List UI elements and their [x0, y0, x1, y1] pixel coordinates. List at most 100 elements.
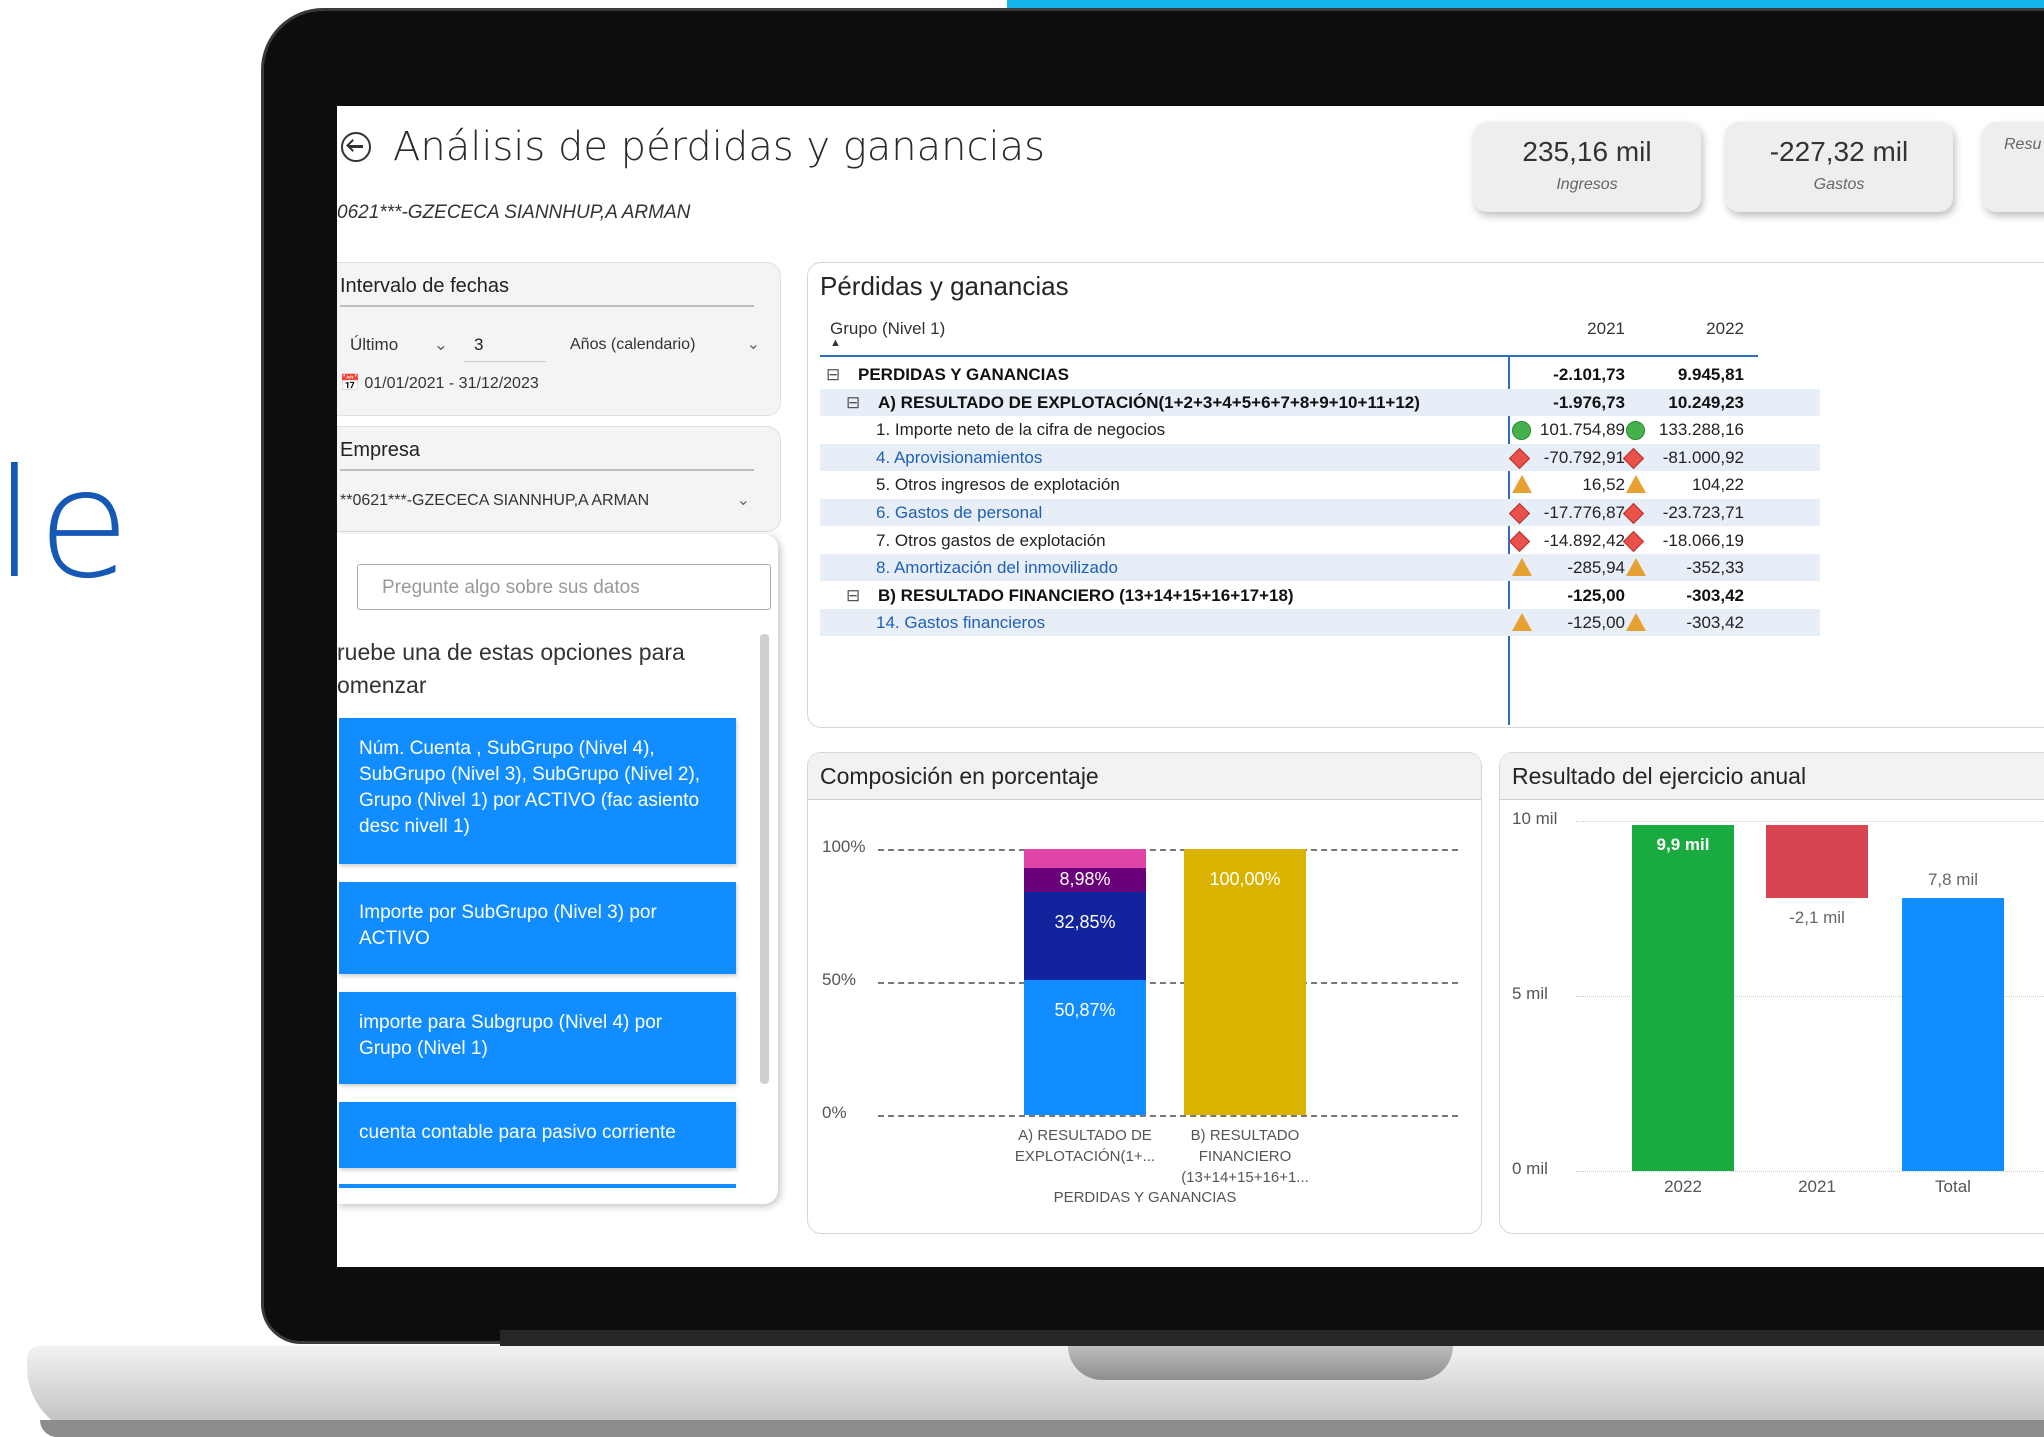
row-label: PERDIDAS Y GANANCIAS	[858, 365, 1069, 384]
mode-value: Último	[350, 335, 399, 354]
row-label: 1. Importe neto de la cifra de negocios	[876, 420, 1166, 440]
qa-visual: Pregunte algo sobre sus datos ruebe una …	[337, 534, 778, 1204]
laptop-hinge	[500, 1330, 2044, 1346]
mode-dropdown[interactable]: Último ⌄	[340, 329, 460, 361]
y-tick-label: 0%	[822, 1103, 847, 1122]
matrix-row[interactable]: 5. Otros ingresos de explotación 16,52 104…	[820, 471, 1820, 498]
matrix-row[interactable]: 4. Aprovisionamientos -70.792,91 -81.000,9…	[820, 443, 1820, 471]
qa-input[interactable]: Pregunte algo sobre sus datos	[357, 564, 771, 610]
page-title: Análisis de pérdidas y ganancias	[393, 124, 1045, 170]
qa-suggestion[interactable]: importe para Subgrupo (Nivel 4) por Grup…	[339, 992, 736, 1084]
composition-chart-card: Composición en porcentaje 100% 50% 0% 50,87…	[807, 752, 1482, 1234]
stacked-bar-segment[interactable]: 32,85%	[1024, 892, 1146, 980]
company-value: **0621***-GZECECA SIANNHUP,A ARMAN	[340, 492, 650, 509]
date-range-value: 01/01/2021 - 31/12/2023	[364, 375, 539, 392]
calendar-icon: 📅	[340, 375, 360, 392]
kpi-label: Gastos	[1813, 176, 1865, 193]
stacked-bar-segment[interactable]: 100,00%	[1184, 849, 1306, 1115]
amber-triangle-icon	[1512, 475, 1532, 494]
chart-title: Resultado del ejercicio anual	[1512, 763, 1807, 789]
row-value: -303,42	[1686, 585, 1744, 605]
matrix-row[interactable]: ⊟ PERDIDAS Y GANANCIAS -2.101,73 9.945,81	[820, 361, 1820, 388]
x-category-label: 2022	[1664, 1177, 1702, 1196]
matrix-row[interactable]: 6. Gastos de personal -17.776,87 -23.723,7…	[820, 499, 1820, 526]
row-value: -352,33	[1686, 558, 1744, 578]
gridline	[878, 1115, 1458, 1117]
company-slicer: Empresa **0621***-GZECECA SIANNHUP,A ARM…	[337, 426, 781, 532]
row-label: 4. Aprovisionamientos	[876, 447, 1043, 467]
amber-triangle-icon	[1512, 613, 1532, 632]
laptop-notch	[1068, 1346, 1453, 1380]
unit-dropdown[interactable]: Años (calendario) ⌄	[560, 329, 770, 361]
date-slicer: Intervalo de fechas Último ⌄ 3 Años (cal…	[337, 262, 781, 416]
stacked-bar-segment[interactable]: 8,98%	[1024, 868, 1146, 893]
company-subtitle: 0621***-GZECECA SIANNHUP,A ARMAN	[337, 202, 691, 223]
matrix-header-line	[820, 355, 1758, 357]
row-label: 14. Gastos financieros	[876, 613, 1046, 633]
kpi-label: Resu	[2004, 136, 2042, 153]
matrix-row[interactable]: ⊟ A) RESULTADO DE EXPLOTACIÓN(1+2+3+4+5+6…	[820, 388, 1820, 416]
x-group-label: PERDIDAS Y GANANCIAS	[1053, 1189, 1237, 1206]
divider	[340, 305, 754, 307]
qa-suggestion[interactable]: Importe por SubGrupo (Nivel 3) por ACTIV…	[339, 882, 736, 974]
waterfall-bar[interactable]	[1632, 824, 1734, 1171]
divider	[340, 469, 754, 471]
matrix-year-header[interactable]: 2022	[1640, 319, 1744, 339]
x-category-label: B) RESULTADO FINANCIERO (13+14+15+16+1..…	[1181, 1127, 1309, 1186]
company-dropdown[interactable]: **0621***-GZECECA SIANNHUP,A ARMAN ⌄	[340, 485, 754, 517]
stacked-bar-segment[interactable]	[1024, 849, 1146, 869]
collapse-toggle-icon[interactable]: ⊟	[846, 389, 860, 416]
y-tick-label: 0 mil	[1512, 1159, 1548, 1178]
waterfall-chart-card: Resultado del ejercicio anual 10 mil 5 mi…	[1499, 752, 2044, 1234]
row-value: -1.976,73	[1553, 392, 1625, 412]
matrix-row[interactable]: 1. Importe neto de la cifra de negocios 1…	[820, 416, 1820, 443]
row-value: -81.000,92	[1662, 447, 1744, 467]
matrix-year-header[interactable]: 2021	[1508, 319, 1625, 339]
qa-scrollbar[interactable]	[760, 634, 769, 1084]
count-value: 3	[474, 335, 484, 354]
y-tick-label: 10 mil	[1512, 809, 1558, 828]
collapse-toggle-icon[interactable]: ⊟	[826, 361, 840, 388]
matrix-row[interactable]: 7. Otros gastos de explotación -14.892,42…	[820, 527, 1820, 554]
matrix-row[interactable]: 8. Amortización del inmovilizado -285,94-…	[820, 554, 1820, 582]
row-value: 9.945,81	[1677, 365, 1744, 384]
matrix-group-header[interactable]: Grupo (Nivel 1)	[830, 319, 945, 339]
chevron-down-icon: ⌄	[736, 492, 750, 509]
qa-suggestion[interactable]: Núm. Cuenta , SubGrupo (Nivel 4), SubGru…	[339, 718, 736, 864]
chevron-down-icon: ⌄	[433, 335, 448, 354]
row-value: -303,42	[1686, 613, 1744, 633]
count-input[interactable]: 3	[464, 329, 546, 362]
matrix-row[interactable]: 14. Gastos financieros -125,00 -303,42	[820, 609, 1820, 637]
y-tick-label: 50%	[822, 970, 857, 989]
date-range[interactable]: 📅 01/01/2021 - 31/12/2023	[340, 373, 539, 393]
gridline	[878, 982, 1458, 984]
sort-up-icon[interactable]: ▲	[830, 337, 841, 349]
pl-matrix-card: Pérdidas y ganancias Grupo (Nivel 1) ▲ 2…	[807, 262, 2044, 728]
matrix-title: Pérdidas y ganancias	[820, 271, 1069, 301]
chart-header: Composición en porcentaje	[808, 753, 1481, 800]
laptop-base-shadow	[40, 1420, 2044, 1437]
row-value: -2.101,73	[1553, 365, 1625, 384]
qa-suggestion[interactable]: cuenta contable para pasivo corriente	[339, 1102, 736, 1168]
stacked-bar-segment[interactable]: 50,87%	[1024, 979, 1146, 1115]
bar-value-label: 9,9 mil	[1656, 834, 1710, 854]
amber-triangle-icon	[1626, 613, 1646, 632]
kpi-card-resultado[interactable]: Resu	[1982, 122, 2044, 212]
back-arrow-icon[interactable]	[341, 132, 371, 162]
x-category-label: Total	[1935, 1177, 1971, 1196]
kpi-value: -227,32 mil	[1769, 136, 1909, 167]
amber-triangle-icon	[1512, 558, 1532, 577]
chevron-down-icon: ⌄	[746, 336, 760, 353]
kpi-value: 235,16 mil	[1522, 136, 1652, 167]
row-label: 7. Otros gastos de explotación	[876, 530, 1106, 550]
kpi-card-ingresos[interactable]: 235,16 mil Ingresos	[1473, 122, 1701, 212]
row-value: -18.066,19	[1662, 530, 1744, 550]
row-value: -23.723,71	[1662, 503, 1744, 522]
gridline	[1576, 1171, 2044, 1172]
waterfall-bar[interactable]	[1902, 898, 2004, 1171]
y-tick-label: 100%	[822, 837, 866, 856]
kpi-card-gastos[interactable]: -227,32 mil Gastos	[1725, 122, 1953, 212]
waterfall-bar[interactable]	[1766, 824, 1868, 898]
collapse-toggle-icon[interactable]: ⊟	[846, 582, 860, 609]
matrix-row[interactable]: ⊟ B) RESULTADO FINANCIERO (13+14+15+16+17…	[820, 582, 1820, 609]
